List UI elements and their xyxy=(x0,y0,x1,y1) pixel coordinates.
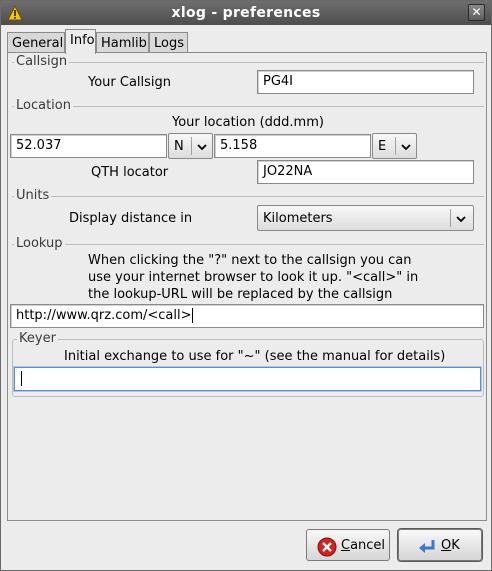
units-group: Units xyxy=(12,188,484,204)
location-group-label: Location xyxy=(14,98,73,114)
lookup-help-line-3: the lookup-URL will be replaced by the c… xyxy=(88,287,393,302)
keyer-group-label: Keyer xyxy=(17,331,58,347)
tab-hamlib[interactable]: Hamlib xyxy=(96,32,149,53)
longitude-direction-select[interactable]: E xyxy=(372,133,417,159)
longitude-input[interactable]: 5.158 xyxy=(214,134,371,158)
callsign-label: Your Callsign xyxy=(88,75,172,90)
ok-button-label: OK xyxy=(441,538,460,553)
distance-unit-value: Kilometers xyxy=(263,211,333,226)
chevron-down-icon xyxy=(197,144,207,151)
keyer-exchange-input[interactable] xyxy=(14,367,481,391)
cancel-button[interactable]: Cancel xyxy=(306,529,390,561)
tab-logs[interactable]: Logs xyxy=(149,32,188,53)
info-tab-panel: Callsign Your Callsign PG4I Location You… xyxy=(7,52,487,521)
close-icon: ✕ xyxy=(471,5,482,19)
latitude-direction-value: N xyxy=(174,139,184,154)
longitude-direction-value: E xyxy=(378,139,387,154)
enter-arrow-icon xyxy=(419,540,435,553)
title-bar[interactable]: xlog - preferences ✕ xyxy=(1,1,491,25)
chevron-down-icon xyxy=(456,216,466,223)
callsign-group-label: Callsign xyxy=(14,54,70,70)
tab-info[interactable]: Info xyxy=(65,29,96,54)
chevron-down-icon xyxy=(401,144,411,151)
close-button[interactable]: ✕ xyxy=(468,4,485,21)
units-group-label: Units xyxy=(14,188,52,204)
latitude-input[interactable]: 52.037 xyxy=(10,134,167,158)
distance-unit-label: Display distance in xyxy=(69,211,193,226)
lookup-url-input[interactable]: http://www.qrz.com/<call> xyxy=(10,304,484,328)
distance-unit-select[interactable]: Kilometers xyxy=(257,205,474,231)
keyer-exchange-label: Initial exchange to use for "~" (see the… xyxy=(64,349,446,364)
latitude-direction-select[interactable]: N xyxy=(168,133,213,159)
qth-locator-input[interactable]: JO22NA xyxy=(257,160,474,184)
preferences-window: xlog - preferences ✕ General Info Hamlib… xyxy=(0,0,492,571)
cancel-button-label: Cancel xyxy=(341,538,386,553)
window-title: xlog - preferences xyxy=(171,5,321,21)
cancel-icon xyxy=(317,537,337,557)
location-label: Your location (ddd.mm) xyxy=(172,115,324,130)
lookup-help-line-1: When clicking the "?" next to the callsi… xyxy=(88,253,412,268)
tab-bar: General Info Hamlib Logs xyxy=(7,29,487,54)
ok-button[interactable]: OK xyxy=(398,529,482,561)
lookup-url-value: http://www.qrz.com/<call> xyxy=(16,308,192,323)
qth-locator-label: QTH locator xyxy=(91,165,169,180)
tab-general[interactable]: General xyxy=(7,32,65,53)
lookup-group-label: Lookup xyxy=(14,236,65,252)
lookup-help-line-2: use your internet browser to look it up.… xyxy=(88,270,419,285)
callsign-input[interactable]: PG4I xyxy=(257,70,474,94)
lookup-group: Lookup xyxy=(12,236,484,252)
location-group: Location xyxy=(12,98,484,114)
